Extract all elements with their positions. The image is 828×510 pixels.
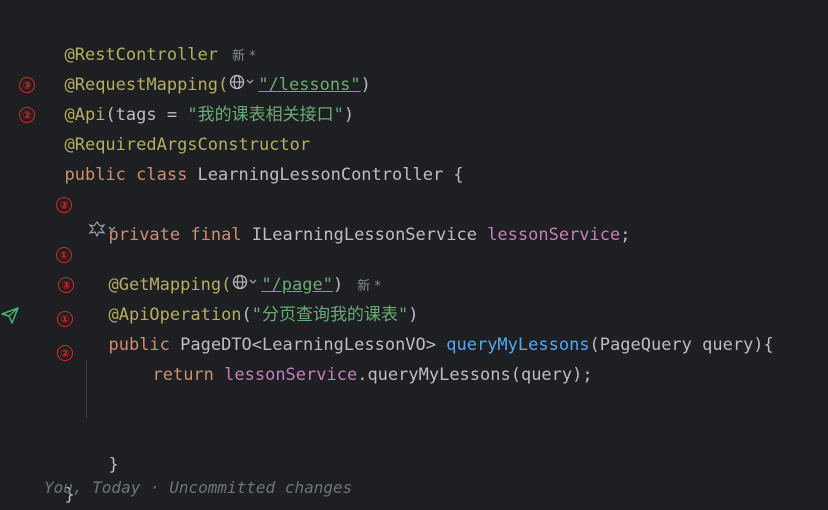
class-name: LearningLessonController { [197, 165, 464, 185]
marker-3: ③ [58, 277, 74, 293]
marker-1: ① [56, 247, 72, 263]
code-line-10[interactable]: @ApiOperation("分页查询我的课表") [88, 270, 418, 325]
code-line-3[interactable]: @Api(tags = "我的课表相关接口") [44, 70, 354, 125]
git-blame-hint: You, Today · Uncommitted changes [44, 478, 353, 497]
method-call: .queryMyLessons(query); [357, 365, 593, 385]
field-lesson-service: lessonService [487, 225, 621, 245]
endpoint-send-icon[interactable] [0, 305, 20, 330]
code-line-7[interactable]: private final ILearningLessonService les… [88, 190, 630, 245]
field-lesson-service: lessonService [224, 365, 358, 385]
marker-2: ② [56, 197, 72, 213]
code-line-9[interactable]: @GetMapping("/page") 新 * [88, 240, 381, 295]
code-line-2[interactable]: @RequestMapping("/lessons") [44, 40, 371, 95]
method-params: (PageQuery query){ [589, 335, 774, 355]
code-line-16[interactable]: } [44, 450, 74, 505]
code-line-1[interactable]: @RestController 新 * [44, 10, 255, 65]
keyword-return: return [152, 365, 225, 385]
paren-close: ) [343, 105, 355, 125]
indent-guide [86, 360, 87, 418]
marker-3: ③ [19, 77, 35, 93]
paren-close: ) [360, 75, 371, 95]
code-line-4[interactable]: @RequiredArgsConstructor [44, 100, 310, 155]
marker-2: ② [19, 107, 35, 123]
code-line-5[interactable]: public class LearningLessonController { [44, 130, 463, 185]
code-line-15[interactable]: } [88, 420, 118, 475]
semicolon: ; [620, 225, 631, 245]
method-brace-close: } [108, 455, 119, 475]
marker-1: ① [57, 311, 73, 327]
keyword-public-class: public class [64, 165, 198, 185]
ai-assistant-hint[interactable] [88, 220, 118, 238]
ai-swirl-icon[interactable] [88, 220, 118, 238]
editor-gutter [0, 0, 36, 492]
marker-2: ② [57, 345, 73, 361]
code-line-12[interactable]: return lessonService.queryMyLessons(quer… [132, 330, 592, 385]
code-line-11[interactable]: public PageDTO<LearningLessonVO> queryMy… [88, 300, 773, 355]
